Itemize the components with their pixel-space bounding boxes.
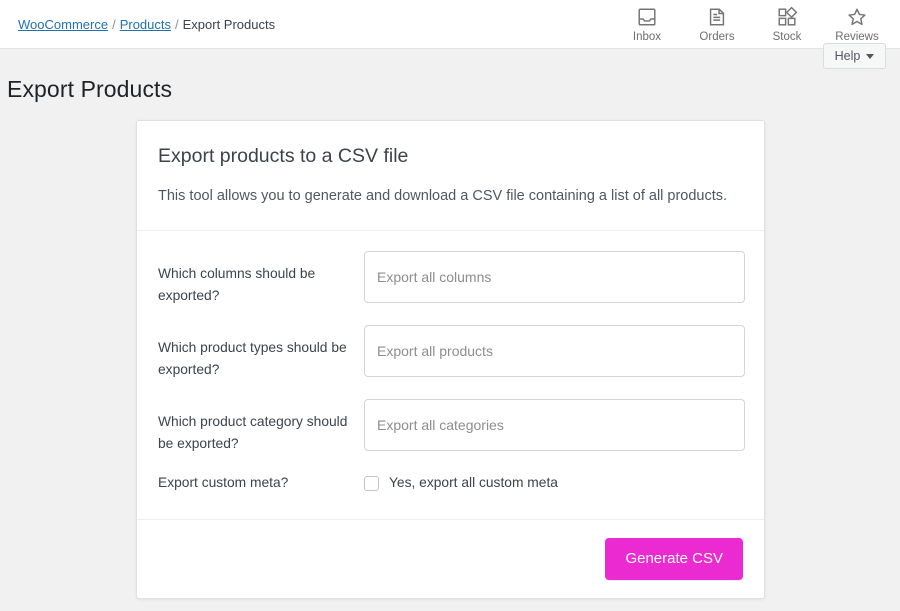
custom-meta-checkbox[interactable]: [364, 475, 379, 491]
nav-label-reviews: Reviews: [835, 31, 879, 43]
label-which-product-category: Which product category should be exporte…: [158, 414, 348, 451]
nav-item-orders[interactable]: Orders: [682, 2, 752, 48]
label-which-columns: Which columns should be exported?: [158, 266, 316, 303]
field-wrapper-product-types: Export all products: [364, 325, 745, 377]
card-footer: Generate CSV: [137, 520, 764, 598]
field-wrapper-product-category: Export all categories: [364, 399, 745, 451]
columns-placeholder: Export all columns: [377, 269, 492, 285]
card-description: This tool allows you to generate and dow…: [158, 188, 728, 204]
form-row-product-category: Which product category should be exporte…: [158, 399, 745, 455]
nav-label-inbox: Inbox: [632, 31, 662, 43]
product-category-select-input[interactable]: Export all categories: [364, 399, 745, 451]
inbox-icon: [636, 6, 658, 28]
columns-select-input[interactable]: Export all columns: [364, 251, 745, 303]
nav-item-reviews[interactable]: Reviews: [822, 2, 892, 48]
breadcrumb-link-woocommerce[interactable]: WooCommerce: [18, 17, 108, 32]
form-row-columns: Which columns should be exported? Export…: [158, 251, 745, 307]
breadcrumb-separator: /: [175, 17, 179, 32]
help-dropdown-button[interactable]: Help: [823, 43, 886, 69]
card-title: Export products to a CSV file: [158, 145, 409, 167]
reviews-star-icon: [846, 6, 868, 28]
product-types-select-input[interactable]: Export all products: [364, 325, 745, 377]
activity-panel-nav: Inbox Orders Stock Reviews: [612, 2, 892, 48]
product-category-placeholder: Export all categories: [377, 417, 504, 433]
field-wrapper-custom-meta: Yes, export all custom meta: [364, 473, 743, 493]
export-form: Which columns should be exported? Export…: [137, 231, 764, 520]
generate-csv-button[interactable]: Generate CSV: [605, 538, 743, 580]
nav-item-stock[interactable]: Stock: [752, 2, 822, 48]
stock-grid-icon: [776, 6, 798, 28]
custom-meta-checkbox-label[interactable]: Yes, export all custom meta: [389, 474, 558, 492]
custom-meta-checkbox-line: Yes, export all custom meta: [364, 473, 743, 493]
breadcrumb-current-export-products: Export Products: [182, 17, 276, 32]
orders-document-icon: [706, 6, 728, 28]
label-export-custom-meta: Export custom meta?: [158, 475, 289, 490]
nav-label-stock: Stock: [772, 31, 802, 43]
admin-topbar: WooCommerce / Products / Export Products Inb…: [0, 0, 900, 49]
chevron-down-icon: [866, 53, 875, 59]
label-which-product-types: Which product types should be exported?: [158, 340, 347, 377]
page-title: Export Products: [7, 76, 173, 103]
product-types-placeholder: Export all products: [377, 343, 493, 359]
nav-label-orders: Orders: [699, 31, 735, 43]
breadcrumb-separator: /: [112, 17, 116, 32]
nav-item-inbox[interactable]: Inbox: [612, 2, 682, 48]
card-header: Export products to a CSV file This tool …: [137, 121, 764, 231]
field-wrapper-columns: Export all columns: [364, 251, 745, 303]
export-products-card: Export products to a CSV file This tool …: [136, 120, 765, 599]
form-row-custom-meta: Export custom meta? Yes, export all cust…: [158, 473, 743, 493]
form-row-product-types: Which product types should be exported? …: [158, 325, 745, 381]
breadcrumb: WooCommerce / Products / Export Products: [18, 17, 275, 33]
breadcrumb-link-products[interactable]: Products: [120, 17, 171, 32]
help-label: Help: [834, 49, 861, 63]
